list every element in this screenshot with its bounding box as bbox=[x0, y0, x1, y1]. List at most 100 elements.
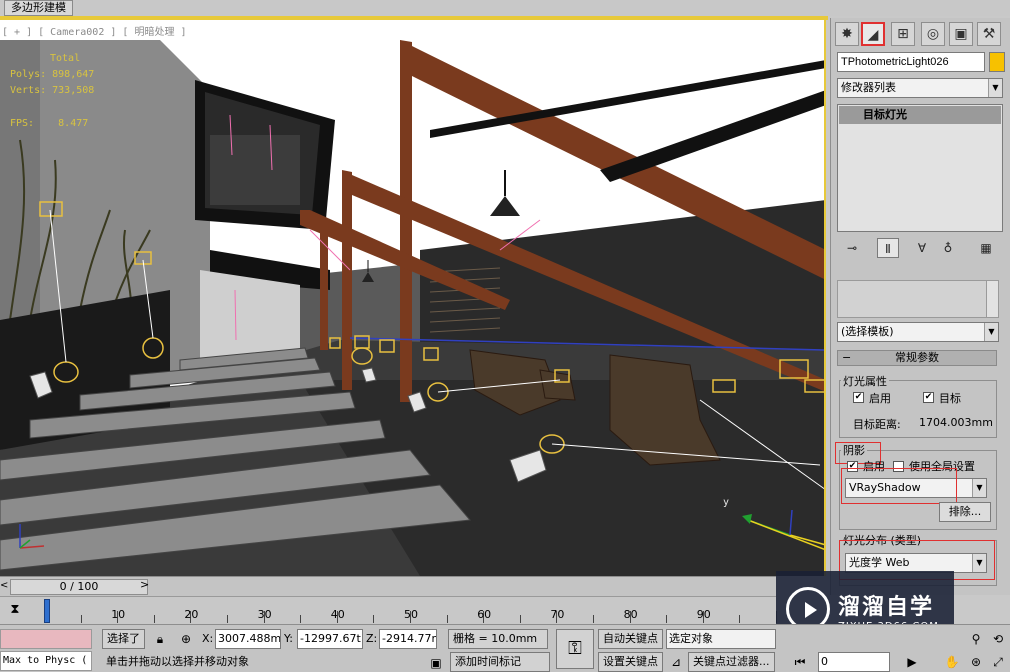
ruler-tick bbox=[739, 615, 741, 623]
template-dropdown-label: (选择模板) bbox=[841, 325, 894, 338]
ruler-tick bbox=[153, 615, 155, 623]
viewport-scene bbox=[0, 40, 824, 576]
ruler-label: 30 bbox=[257, 608, 272, 621]
ruler-label: 60 bbox=[477, 608, 492, 621]
pan-hand-icon[interactable]: ✋ bbox=[944, 652, 960, 672]
command-panel: ✸ ◢ ⊞ ◎ ▣ ⚒ TPhotometricLight026 修改器列表 ▼… bbox=[830, 18, 1010, 595]
watermark-title: 溜溜自学 bbox=[838, 595, 935, 620]
modifier-list-label: 修改器列表 bbox=[841, 81, 896, 94]
ruler-tick bbox=[300, 615, 302, 623]
ruler-label: 70 bbox=[550, 608, 565, 621]
z-coord-label: Z: bbox=[366, 632, 378, 645]
target-label: 目标 bbox=[939, 392, 961, 405]
object-color-swatch[interactable] bbox=[989, 52, 1005, 72]
panel-scrollbar[interactable] bbox=[986, 281, 998, 317]
show-end-result-icon[interactable]: Ⅱ bbox=[877, 238, 899, 258]
frame-ruler[interactable]: 10 20 30 40 50 60 70 80 90 bbox=[44, 597, 777, 625]
make-unique-icon[interactable]: ∀ bbox=[911, 238, 933, 258]
ruler-tick bbox=[373, 615, 375, 623]
y-coord-field[interactable]: -12997.67t bbox=[297, 629, 363, 649]
set-key-icon[interactable]: ⚿ bbox=[556, 629, 594, 669]
z-coord-field[interactable]: -2914.77m bbox=[379, 629, 437, 649]
app-window: 多边形建模 [+] [Camera002] [明暗处理] Total… bbox=[0, 0, 1010, 672]
object-name-field[interactable]: TPhotometricLight026 bbox=[837, 52, 985, 72]
gizmo-y-axis-label: y bbox=[723, 497, 730, 508]
title-bar: 多边形建模 bbox=[0, 0, 1010, 16]
hierarchy-tab-icon[interactable]: ⊞ bbox=[891, 22, 915, 46]
ruler-tick bbox=[227, 615, 228, 623]
ruler-label: 90 bbox=[696, 608, 711, 621]
configure-sets-icon[interactable]: ▦ bbox=[975, 238, 997, 258]
prev-frame-icon[interactable]: < bbox=[0, 580, 8, 591]
curve-editor-icon[interactable]: ⧗ bbox=[4, 601, 26, 619]
motion-tab-icon[interactable]: ◎ bbox=[921, 22, 945, 46]
absolute-mode-icon[interactable]: ⊕ bbox=[178, 629, 194, 649]
rollout-general-parameters[interactable]: − 常规参数 bbox=[837, 350, 997, 366]
ruler-label: 80 bbox=[623, 608, 638, 621]
key-filters-button[interactable]: 关键点过滤器... bbox=[688, 652, 775, 672]
ruler-tick bbox=[80, 615, 82, 623]
ruler-tick bbox=[593, 615, 594, 623]
auto-key-button[interactable]: 自动关键点 bbox=[598, 629, 663, 649]
chevron-down-icon: ▼ bbox=[972, 479, 986, 497]
rollout-general-parameters-title: 常规参数 bbox=[895, 351, 939, 364]
target-distance-label: 目标距离: bbox=[853, 418, 901, 431]
ribbon-tab-polygon-modeling[interactable]: 多边形建模 bbox=[4, 0, 73, 16]
stats-polys: Polys: 898,647 bbox=[10, 69, 95, 80]
key-mode-icon[interactable]: ⊿ bbox=[668, 652, 684, 672]
display-tab-icon[interactable]: ▣ bbox=[949, 22, 973, 46]
chevron-down-icon: ▼ bbox=[984, 323, 998, 341]
prompt-line: 单击并拖动以选择并移动对象 bbox=[106, 655, 249, 668]
track-bar[interactable]: ⧗ 10 20 30 40 50 60 70 80 90 bbox=[0, 596, 777, 625]
x-coord-label: X: bbox=[202, 632, 214, 645]
add-time-tag-button[interactable]: 添加时间标记 bbox=[450, 652, 550, 672]
exclude-button[interactable]: 排除... bbox=[939, 502, 991, 522]
highlight-box bbox=[841, 468, 957, 504]
template-dropdown[interactable]: (选择模板) ▼ bbox=[837, 322, 999, 342]
ruler-label: 40 bbox=[330, 608, 345, 621]
stats-verts: Verts: 733,508 bbox=[10, 85, 95, 96]
stats-total-label: Total bbox=[50, 53, 81, 64]
light-properties-title: 灯光属性 bbox=[841, 373, 889, 389]
orbit-subobject-icon[interactable]: ⟲ bbox=[990, 629, 1006, 649]
collapse-icon: − bbox=[842, 351, 852, 364]
stack-item-target-light[interactable]: 目标灯光 bbox=[839, 106, 1001, 124]
lock-selection-icon[interactable]: 🔒︎ bbox=[152, 629, 168, 649]
x-coord-field[interactable]: 3007.488m bbox=[215, 629, 281, 649]
rollout-scroll-area bbox=[837, 280, 999, 318]
light-enable-checkbox[interactable]: ✔ bbox=[853, 392, 864, 403]
maximize-viewport-icon[interactable]: ⤢ bbox=[990, 652, 1006, 672]
grid-readout: 栅格 = 10.0mm bbox=[448, 629, 548, 649]
target-checkbox[interactable]: ✔ bbox=[923, 392, 934, 403]
ruler-tick bbox=[666, 615, 668, 623]
light-enable-label: 启用 bbox=[869, 392, 891, 405]
remove-modifier-icon[interactable]: ♁ bbox=[937, 238, 959, 258]
time-slider-bar: < 0 / 100 > bbox=[0, 576, 776, 596]
modifier-stack[interactable]: 目标灯光 bbox=[837, 104, 1003, 232]
viewport-label[interactable]: [ + ] [ Camera002 ] [ 明暗处理 ] bbox=[2, 23, 187, 38]
camera-viewport[interactable]: [ + ] [ Camera002 ] [ 明暗处理 ] Total Polys… bbox=[0, 20, 826, 576]
time-slider[interactable]: 0 / 100 bbox=[10, 579, 148, 595]
modifier-list-dropdown[interactable]: 修改器列表 ▼ bbox=[837, 78, 1003, 98]
target-distance-value: 1704.003mm bbox=[919, 416, 993, 429]
ruler-label: 10 bbox=[111, 608, 126, 621]
orbit-icon[interactable]: ⊛ bbox=[968, 652, 984, 672]
goto-start-icon[interactable]: ⏮ bbox=[792, 652, 808, 672]
modify-tab-icon[interactable]: ◢ bbox=[861, 22, 885, 46]
maxscript-listener-output[interactable] bbox=[0, 629, 92, 649]
set-key-button[interactable]: 设置关键点 bbox=[598, 652, 663, 672]
current-time-marker[interactable] bbox=[44, 599, 50, 623]
ruler-label: 20 bbox=[184, 608, 199, 621]
ruler-tick bbox=[519, 615, 521, 623]
pin-stack-icon[interactable]: ⊸ bbox=[841, 238, 863, 258]
play-icon[interactable]: ▶ bbox=[904, 652, 920, 672]
next-frame-icon[interactable]: > bbox=[140, 578, 149, 591]
create-tab-icon[interactable]: ✸ bbox=[835, 22, 859, 46]
ruler-tick bbox=[446, 615, 448, 623]
field-of-view-icon[interactable]: ⚲ bbox=[968, 629, 984, 649]
utilities-tab-icon[interactable]: ⚒ bbox=[977, 22, 1001, 46]
selection-set-dropdown[interactable]: 选定对象 bbox=[666, 629, 776, 649]
current-frame-field[interactable]: 0 bbox=[818, 652, 890, 672]
maxscript-listener-input[interactable]: Max to Physc ( bbox=[0, 651, 92, 671]
time-tag-icon[interactable]: ▣ bbox=[428, 653, 444, 672]
